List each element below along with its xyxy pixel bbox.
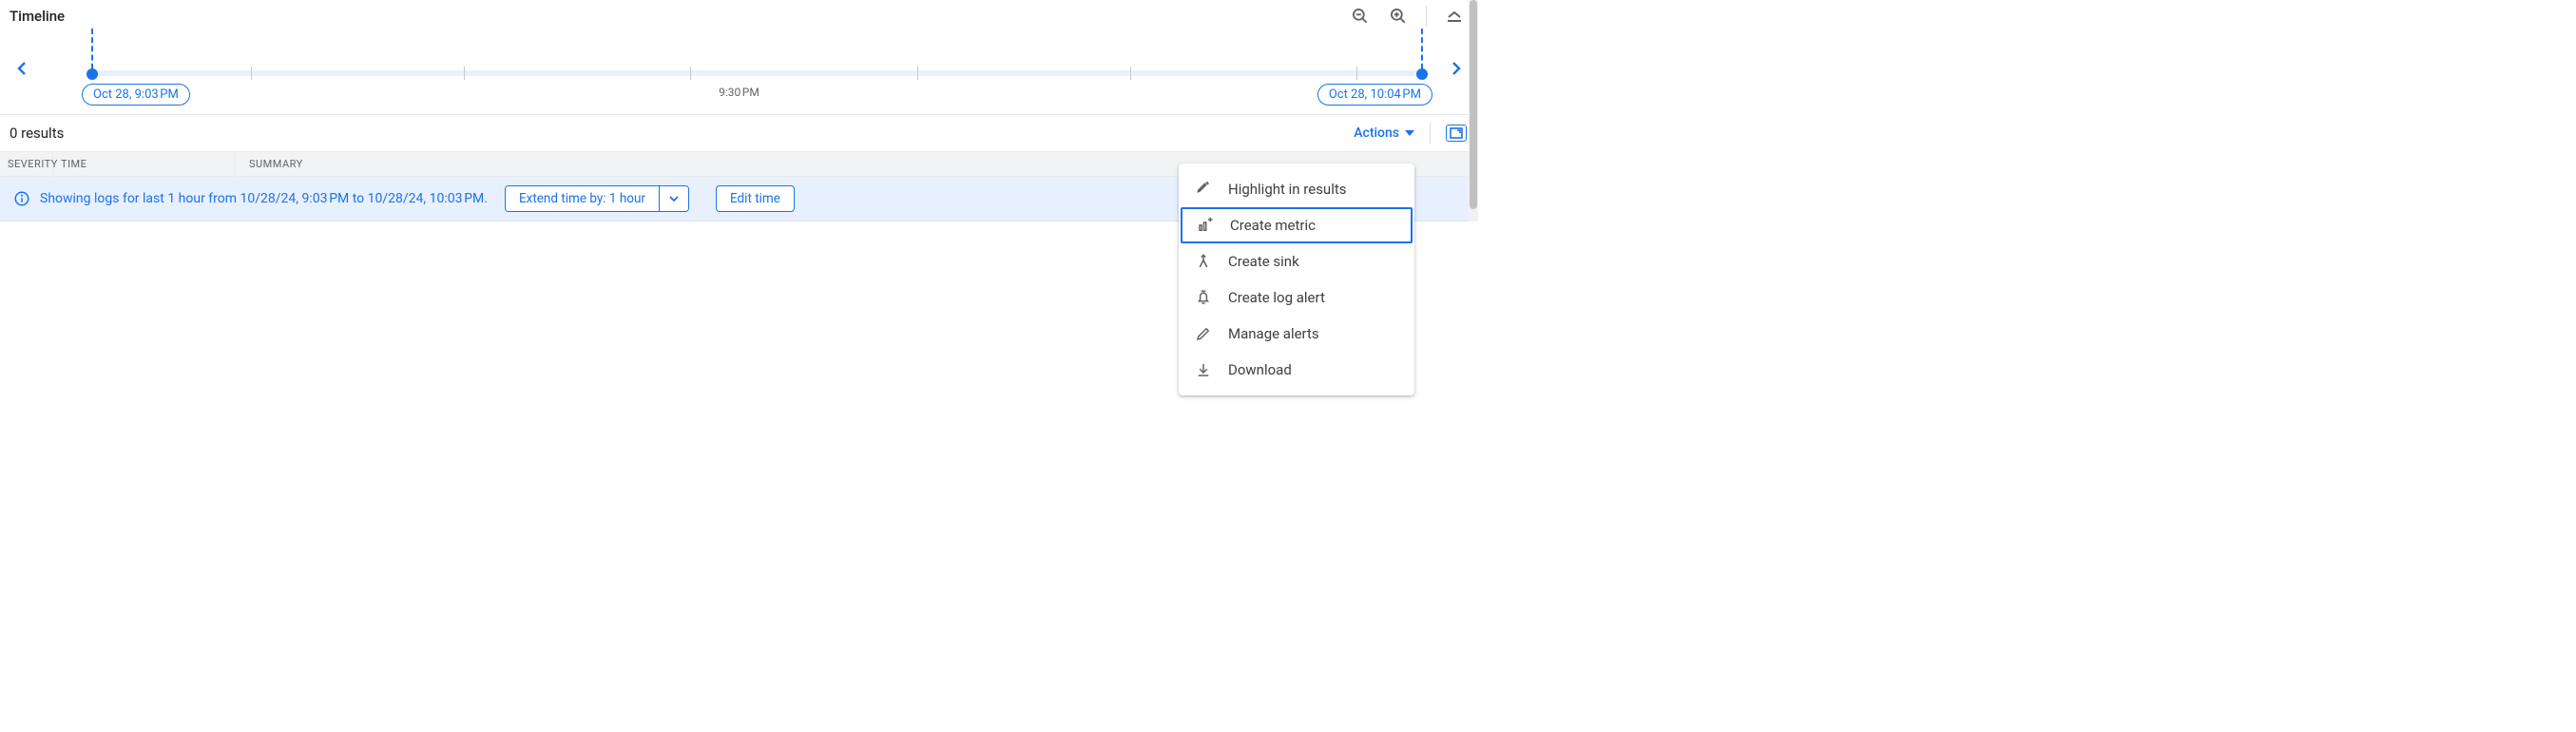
collapse-icon[interactable] <box>1444 6 1465 27</box>
menu-item-create-sink[interactable]: Create sink <box>1179 243 1414 279</box>
menu-item-manage-alerts[interactable]: Manage alerts <box>1179 316 1414 352</box>
track-ticks <box>91 67 1423 80</box>
highlighter-icon <box>1194 180 1213 199</box>
pencil-icon <box>1194 324 1213 343</box>
header-toolbar <box>1350 6 1465 27</box>
scrollbar-thumb[interactable] <box>1470 0 1477 209</box>
menu-item-label: Download <box>1228 361 1292 378</box>
chevron-down-icon <box>668 195 680 202</box>
menu-item-create-metric[interactable]: Create metric <box>1181 207 1413 243</box>
expand-panel-button[interactable] <box>1446 125 1467 142</box>
timeline-next-button[interactable] <box>1444 57 1467 80</box>
info-icon <box>13 190 30 207</box>
zoom-out-icon[interactable] <box>1350 6 1371 27</box>
bell-icon <box>1194 288 1213 307</box>
toolbar-divider <box>1430 123 1431 144</box>
extend-time-group: Extend time by: 1 hour <box>505 185 689 212</box>
timeline-prev-button[interactable] <box>11 57 34 80</box>
range-end-chip[interactable]: Oct 28, 10:04 PM <box>1317 84 1432 106</box>
timeline-panel: Oct 28, 9:03 PM 9:30 PM Oct 28, 10:04 PM <box>0 30 1478 105</box>
toolbar-divider <box>1426 6 1427 27</box>
vertical-scrollbar[interactable] <box>1469 0 1478 222</box>
edit-time-button[interactable]: Edit time <box>716 185 795 212</box>
range-end-handle[interactable] <box>1416 68 1428 80</box>
menu-item-label: Create sink <box>1228 253 1299 270</box>
results-count: 0 results <box>10 125 64 142</box>
page-title: Timeline <box>10 8 65 25</box>
metric-icon <box>1196 216 1215 235</box>
extend-time-more-button[interactable] <box>659 186 688 211</box>
timeline-track[interactable]: Oct 28, 9:03 PM 9:30 PM Oct 28, 10:04 PM <box>51 38 1427 99</box>
menu-item-label: Create metric <box>1230 217 1316 234</box>
menu-item-label: Manage alerts <box>1228 325 1319 342</box>
column-severity[interactable]: Severity <box>0 152 53 176</box>
menu-item-label: Highlight in results <box>1228 181 1347 198</box>
actions-dropdown-button[interactable]: Actions <box>1354 125 1414 141</box>
download-icon <box>1194 360 1213 379</box>
menu-item-download[interactable]: Download <box>1179 352 1414 388</box>
range-start-handle[interactable] <box>87 68 98 80</box>
timeline-center-label: 9:30 PM <box>719 86 759 99</box>
chevron-down-icon <box>1405 130 1414 136</box>
extend-time-button[interactable]: Extend time by: 1 hour <box>506 186 659 211</box>
menu-item-create-log-alert[interactable]: Create log alert <box>1179 279 1414 316</box>
actions-label: Actions <box>1354 125 1399 141</box>
actions-menu: Highlight in results Create metric Creat… <box>1179 164 1414 395</box>
menu-item-label: Create log alert <box>1228 289 1325 306</box>
menu-item-highlight-in-results[interactable]: Highlight in results <box>1179 171 1414 207</box>
range-start-chip[interactable]: Oct 28, 9:03 PM <box>82 84 190 106</box>
info-text: Showing logs for last 1 hour from 10/28/… <box>40 191 488 206</box>
sink-icon <box>1194 252 1213 271</box>
column-time[interactable]: Time <box>53 152 236 176</box>
zoom-in-icon[interactable] <box>1388 6 1409 27</box>
